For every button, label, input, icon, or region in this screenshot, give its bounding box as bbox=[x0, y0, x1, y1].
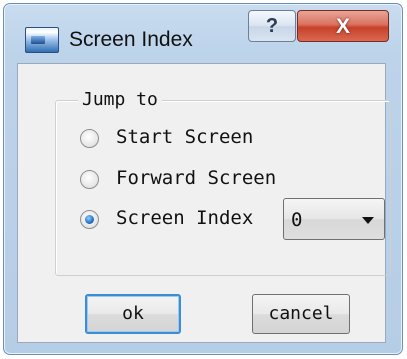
app-window-icon bbox=[25, 27, 59, 53]
screen-index-label[interactable]: Screen Index bbox=[116, 207, 253, 229]
start-screen-radio[interactable] bbox=[80, 129, 99, 148]
title-bar[interactable]: Screen Index ? X bbox=[4, 4, 402, 64]
start-screen-label[interactable]: Start Screen bbox=[116, 126, 253, 148]
screen-index-dialog: Screen Index ? X Jump to Start Screen Fo… bbox=[3, 3, 403, 355]
forward-screen-radio[interactable] bbox=[80, 170, 99, 189]
screen-index-radio[interactable] bbox=[80, 210, 99, 229]
option-forward-screen[interactable]: Forward Screen bbox=[80, 167, 330, 193]
window-title: Screen Index bbox=[69, 28, 193, 51]
dialog-body: Jump to Start Screen Forward Screen Scre… bbox=[17, 63, 391, 343]
screen-index-dropdown[interactable]: 0 bbox=[283, 198, 385, 240]
ok-button[interactable]: ok bbox=[85, 294, 181, 334]
help-button[interactable]: ? bbox=[248, 10, 296, 42]
forward-screen-label[interactable]: Forward Screen bbox=[116, 167, 276, 189]
close-button[interactable]: X bbox=[297, 10, 389, 42]
option-start-screen[interactable]: Start Screen bbox=[80, 126, 300, 152]
screen-index-value: 0 bbox=[291, 209, 303, 231]
chevron-down-icon bbox=[362, 217, 374, 224]
jump-to-groupbox: Jump to Start Screen Forward Screen Scre… bbox=[55, 89, 391, 276]
groupbox-legend: Jump to bbox=[78, 89, 162, 110]
option-screen-index[interactable]: Screen Index bbox=[80, 207, 280, 233]
cancel-button[interactable]: cancel bbox=[252, 294, 350, 334]
